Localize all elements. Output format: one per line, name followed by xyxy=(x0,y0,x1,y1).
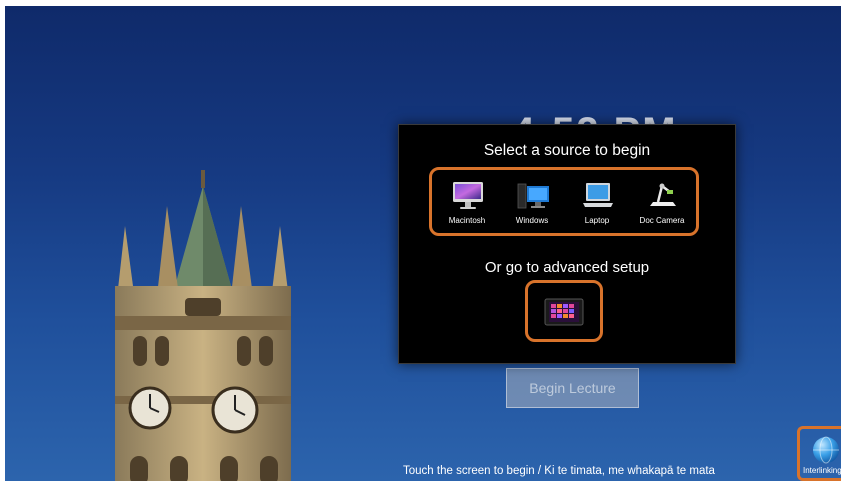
imac-icon xyxy=(453,182,483,209)
advanced-setup-title: Or go to advanced setup xyxy=(484,259,650,276)
laptop-icon xyxy=(583,183,613,207)
interlinking-label: Interlinking xyxy=(803,466,841,475)
advanced-setup-button[interactable] xyxy=(525,280,603,342)
source-laptop-button[interactable]: Laptop xyxy=(565,178,629,230)
interlinking-button[interactable]: Interlinking xyxy=(797,426,841,481)
globe-icon xyxy=(813,436,839,464)
source-macintosh-button[interactable]: Macintosh xyxy=(435,178,499,230)
source-doc-camera-label: Doc Camera xyxy=(639,216,685,225)
clock-tower-image xyxy=(115,170,291,481)
begin-lecture-button[interactable]: Begin Lecture xyxy=(506,368,639,408)
source-windows-button[interactable]: Windows xyxy=(500,178,564,230)
source-options-group: Macintosh Windows Laptop Doc Camera xyxy=(429,167,699,236)
windows-pc-icon xyxy=(517,183,549,209)
dialog-title: Select a source to begin xyxy=(483,142,651,159)
tablet-icon xyxy=(544,298,584,326)
source-select-dialog: Select a source to begin Macintosh Windo… xyxy=(398,124,736,364)
touch-hint-text: Touch the screen to begin / Ki te timata… xyxy=(403,465,715,477)
source-doc-camera-button[interactable]: Doc Camera xyxy=(630,178,694,230)
doc-camera-icon xyxy=(650,183,676,206)
